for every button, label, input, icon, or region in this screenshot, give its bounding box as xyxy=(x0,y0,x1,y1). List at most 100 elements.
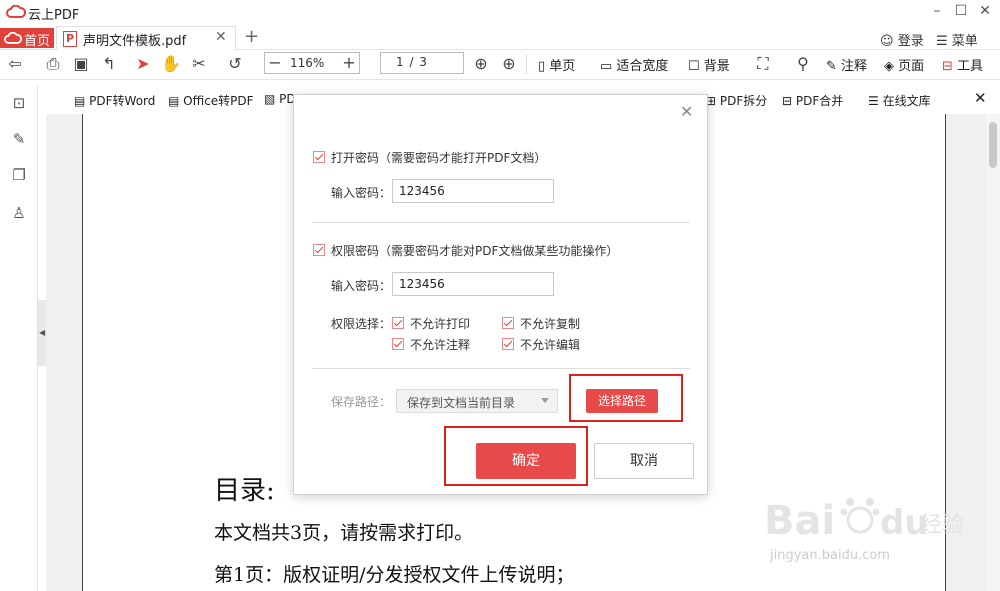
pdf-convert-button[interactable]: ▧ PD xyxy=(264,92,296,106)
close-window-icon[interactable]: ✕ xyxy=(976,3,994,19)
divider xyxy=(312,368,690,369)
no-print-label: 不允许打印 xyxy=(410,317,471,331)
no-copy-label: 不允许复制 xyxy=(520,317,581,331)
close-tab-icon[interactable]: ✕ xyxy=(215,29,227,45)
open-password-label: 打开密码（需要密码才能打开PDF文档） xyxy=(331,151,547,165)
page-label: 页面 xyxy=(898,59,925,74)
dropdown-arrow-icon xyxy=(541,398,549,403)
search-icon[interactable]: ⚲ xyxy=(792,53,814,75)
ok-button[interactable]: 确定 xyxy=(476,443,576,479)
tab-document-label: 声明文件模板.pdf xyxy=(83,34,187,49)
pdf-split-label: PDF拆分 xyxy=(719,94,768,108)
pdf-merge-label: PDF合并 xyxy=(795,94,844,108)
cancel-button[interactable]: 取消 xyxy=(594,443,694,479)
fit-width-label: 适合宽度 xyxy=(616,59,669,74)
pdf-merge-button[interactable]: ⊟ PDF合并 xyxy=(782,92,843,109)
tools-label: 工具 xyxy=(957,59,984,74)
save-path-value: 保存到文档当前目录 xyxy=(407,396,516,410)
background-button[interactable]: ☐ 背景 xyxy=(688,55,730,74)
zoom-out-icon[interactable]: − xyxy=(264,52,286,74)
annotate-label: 注释 xyxy=(841,59,868,74)
save-icon[interactable]: ▣ xyxy=(70,53,92,75)
next-page-icon[interactable]: ⊕ xyxy=(498,53,520,75)
page-button[interactable]: ◈ 页面 xyxy=(884,55,924,74)
open-password-field[interactable]: 123456 xyxy=(392,179,554,203)
online-library-button[interactable]: ☰ 在线文库 xyxy=(868,92,931,109)
vertical-scrollbar[interactable] xyxy=(986,114,1000,591)
app-title: 云上PDF xyxy=(28,8,80,23)
toolbox-icon: ⊟ xyxy=(942,59,953,74)
open-password-checkbox[interactable] xyxy=(313,151,325,163)
cloud-logo-icon xyxy=(6,5,26,18)
fullscreen-icon[interactable]: ⛶ xyxy=(752,53,774,75)
permission-password-input-label: 输入密码： xyxy=(331,279,392,293)
save-path-select[interactable]: 保存到文档当前目录 xyxy=(396,389,558,413)
permission-password-label: 权限密码（需要密码才能对PDF文档做某些功能操作） xyxy=(331,244,619,258)
annotate-button[interactable]: ✎ 注释 xyxy=(826,55,867,74)
bookmark-icon[interactable]: ⊡ xyxy=(10,94,28,112)
tools-button[interactable]: ⊟ 工具 xyxy=(942,55,983,74)
permission-password-field[interactable]: 123456 xyxy=(392,272,554,296)
save-path-label: 保存路径： xyxy=(331,395,392,409)
prev-page-icon[interactable]: ⊕ xyxy=(470,53,492,75)
document-line: 本文档共3页，请按需求打印。 xyxy=(214,522,474,544)
select-cursor-icon[interactable]: ➤ xyxy=(132,53,154,75)
pages-icon[interactable]: ❐ xyxy=(10,166,28,184)
share-icon[interactable]: ↰ xyxy=(98,53,120,75)
menu-label: 菜单 xyxy=(951,34,978,49)
print-icon[interactable]: ⎙ xyxy=(42,53,64,75)
login-label: 登录 xyxy=(897,34,924,49)
tab-document[interactable]: P 声明文件模板.pdf ✕ xyxy=(56,26,236,50)
cloud-icon xyxy=(4,32,22,44)
stamp-icon[interactable]: ♙ xyxy=(10,204,28,222)
collapse-arrow-icon: ◀ xyxy=(39,328,46,337)
no-print-checkbox[interactable] xyxy=(392,317,404,329)
tab-home[interactable]: 首页 xyxy=(0,28,54,49)
sidebar-collapse-handle[interactable]: ◀ xyxy=(38,300,46,366)
rotate-icon[interactable]: ↺ xyxy=(224,53,246,75)
separator xyxy=(526,54,527,74)
online-library-label: 在线文库 xyxy=(882,94,931,108)
background-label: 背景 xyxy=(703,59,730,74)
svg-text:Bai: Bai xyxy=(764,498,835,544)
permission-password-checkbox[interactable] xyxy=(313,244,325,256)
pdf-to-word-label: PDF转Word xyxy=(89,94,156,108)
menu-button[interactable]: ☰ 菜单 xyxy=(936,30,978,49)
page-indicator: 1 / 3 xyxy=(396,55,428,69)
scrollbar-thumb[interactable] xyxy=(989,122,997,168)
document-line: 第1页：版权证明/分发授权文件上传说明； xyxy=(214,564,575,586)
tab-home-label: 首页 xyxy=(24,34,51,49)
single-page-label: 单页 xyxy=(549,59,576,74)
new-tab-icon[interactable]: + xyxy=(244,26,259,47)
permission-select-label: 权限选择： xyxy=(331,317,392,331)
pdf-file-icon: P xyxy=(63,31,77,47)
office-to-pdf-label: Office转PDF xyxy=(183,94,254,108)
hand-tool-icon[interactable]: ✋ xyxy=(160,53,182,75)
single-page-button[interactable]: ▯ 单页 xyxy=(538,55,575,74)
pdf-split-button[interactable]: ⊞ PDF拆分 xyxy=(706,92,767,109)
office-to-pdf-button[interactable]: ▤ Office转PDF xyxy=(168,92,254,109)
no-copy-checkbox[interactable] xyxy=(502,317,514,329)
close-bar-icon[interactable]: ✕ xyxy=(974,89,987,107)
open-file-icon[interactable]: ⇦ xyxy=(4,53,26,75)
no-edit-checkbox[interactable] xyxy=(502,338,514,350)
minimize-icon[interactable]: – xyxy=(928,3,946,19)
fit-width-button[interactable]: ▭ 适合宽度 xyxy=(600,55,668,74)
no-edit-label: 不允许编辑 xyxy=(520,338,581,352)
document-heading: 目录: xyxy=(214,476,275,506)
open-password-value: 123456 xyxy=(399,184,445,198)
permission-password-value: 123456 xyxy=(399,277,445,291)
zoom-value[interactable]: 116% xyxy=(290,56,324,70)
open-password-input-label: 输入密码： xyxy=(331,186,392,200)
zoom-in-icon[interactable]: + xyxy=(338,52,360,74)
no-annotate-checkbox[interactable] xyxy=(392,338,404,350)
edit-icon[interactable]: ✎ xyxy=(10,130,28,148)
left-sidebar xyxy=(0,86,38,591)
dialog-close-icon[interactable]: ✕ xyxy=(680,102,693,121)
choose-path-button[interactable]: 选择路径 xyxy=(586,389,658,413)
pdf-to-word-button[interactable]: ▤ PDF转Word xyxy=(74,92,155,109)
svg-text:经验: 经验 xyxy=(920,513,964,538)
cut-icon[interactable]: ✂ xyxy=(188,53,210,75)
login-button[interactable]: ☺ 登录 xyxy=(880,30,924,49)
maximize-icon[interactable]: ☐ xyxy=(952,3,970,19)
